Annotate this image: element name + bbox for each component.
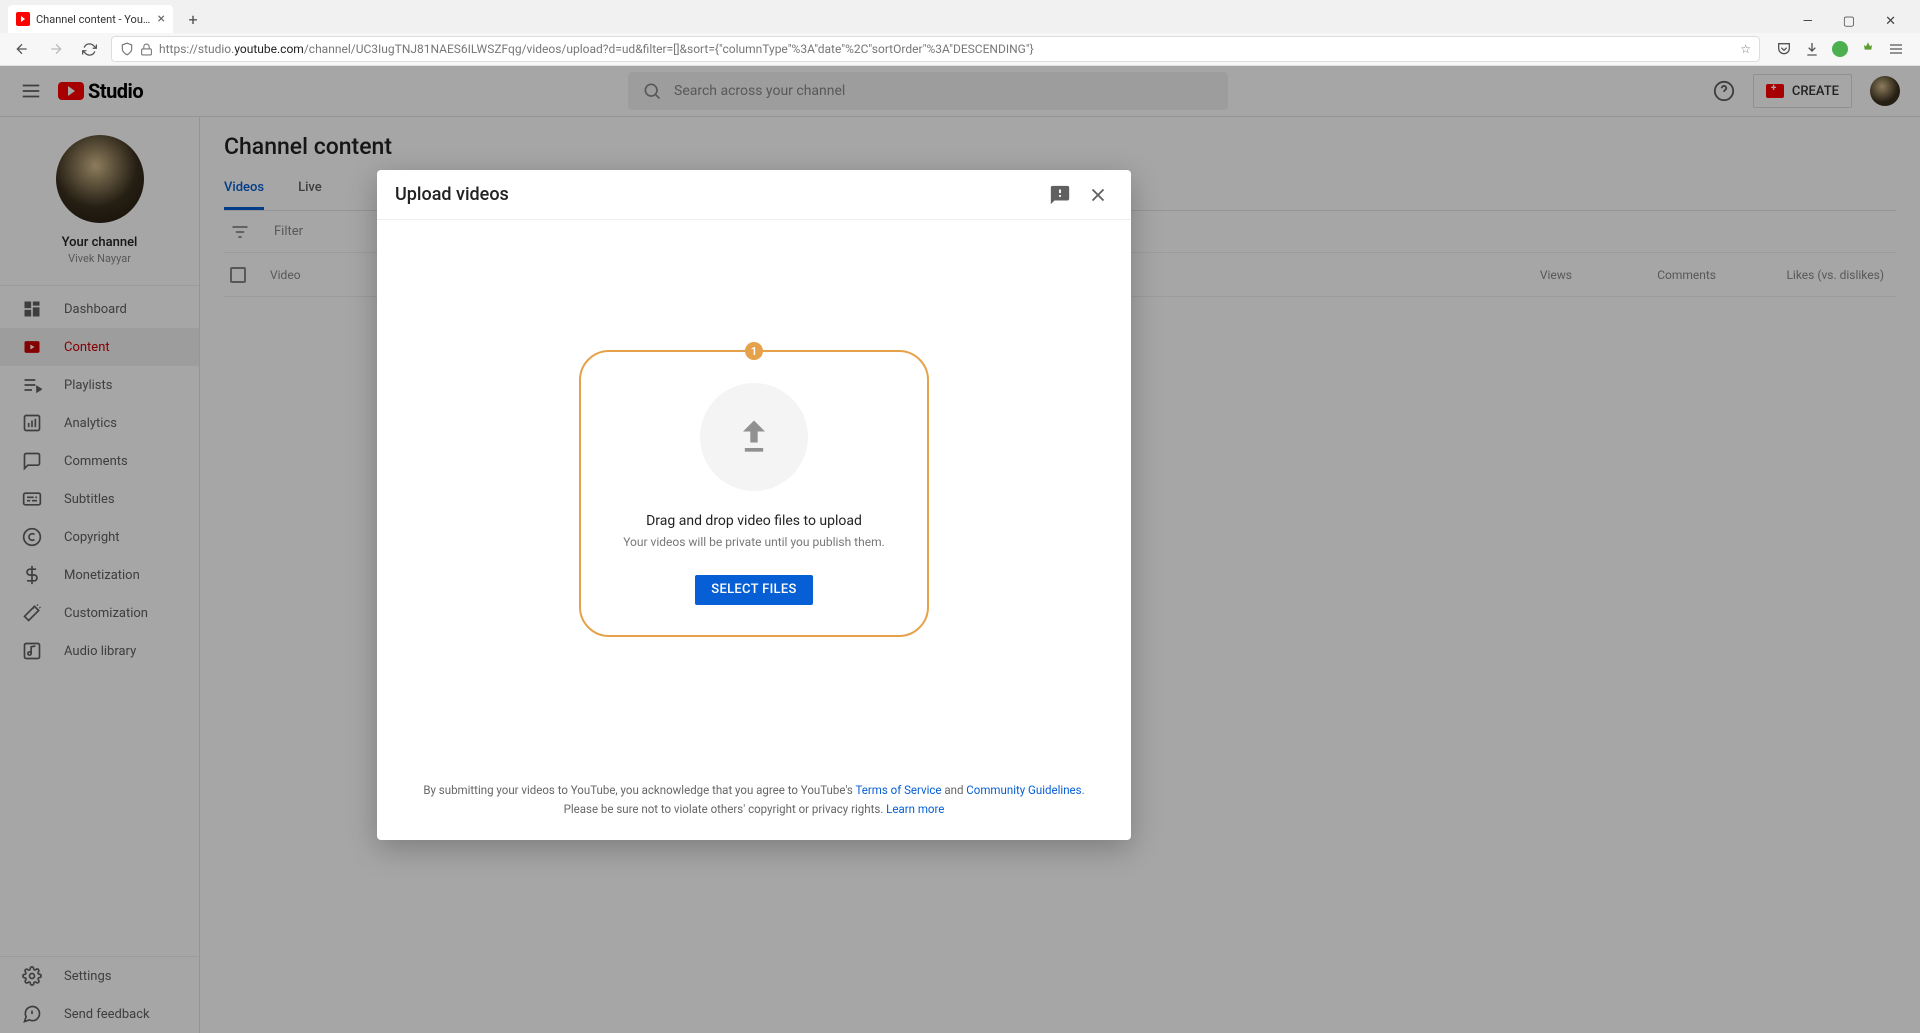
- drop-zone[interactable]: 1 Drag and drop video files to upload Yo…: [579, 350, 929, 637]
- maximize-button[interactable]: ▢: [1837, 10, 1861, 33]
- step-badge: 1: [745, 342, 763, 360]
- address-bar-row: https://studio.youtube.com/channel/UC3Iu…: [0, 33, 1920, 66]
- modal-header: Upload videos: [377, 170, 1131, 220]
- modal-title: Upload videos: [395, 184, 1037, 205]
- browser-tabs-bar: Channel content - YouTube Stu × + — ▢ ✕: [0, 0, 1920, 33]
- select-files-button[interactable]: SELECT FILES: [695, 575, 812, 605]
- upload-arrow-icon: [732, 415, 776, 459]
- extension-icon[interactable]: [1860, 41, 1876, 57]
- pocket-icon[interactable]: [1776, 41, 1792, 57]
- learn-more-link[interactable]: Learn more: [886, 802, 944, 816]
- send-feedback-icon[interactable]: [1045, 180, 1075, 210]
- tab-title: Channel content - YouTube Stu: [36, 13, 152, 26]
- extension-grammarly-icon[interactable]: [1832, 41, 1848, 57]
- drop-zone-subtitle: Your videos will be private until you pu…: [623, 535, 885, 549]
- window-controls: — ▢ ✕: [1797, 10, 1914, 33]
- forward-button[interactable]: [44, 37, 68, 61]
- modal-footer: By submitting your videos to YouTube, yo…: [377, 767, 1131, 840]
- upload-modal: Upload videos 1 Drag and drop video file…: [377, 170, 1131, 840]
- youtube-favicon-icon: [16, 12, 30, 26]
- reload-button[interactable]: [78, 38, 101, 61]
- drop-zone-title: Drag and drop video files to upload: [646, 513, 862, 529]
- bookmark-star-icon[interactable]: ☆: [1740, 42, 1751, 56]
- app-root: Studio Search across your channel CREATE…: [0, 66, 1920, 1033]
- terms-of-service-link[interactable]: Terms of Service: [856, 783, 942, 797]
- close-tab-icon[interactable]: ×: [158, 11, 165, 27]
- shield-icon: [120, 42, 134, 56]
- address-bar[interactable]: https://studio.youtube.com/channel/UC3Iu…: [111, 36, 1760, 62]
- toolbar-right-icons: [1770, 41, 1910, 57]
- community-guidelines-link[interactable]: Community Guidelines: [966, 783, 1081, 797]
- menu-icon[interactable]: [1888, 41, 1904, 57]
- minimize-button[interactable]: —: [1797, 10, 1819, 33]
- close-window-button[interactable]: ✕: [1879, 10, 1902, 33]
- new-tab-button[interactable]: +: [179, 5, 207, 33]
- modal-body: 1 Drag and drop video files to upload Yo…: [377, 220, 1131, 767]
- browser-tab[interactable]: Channel content - YouTube Stu ×: [8, 5, 173, 33]
- download-icon[interactable]: [1804, 41, 1820, 57]
- back-button[interactable]: [10, 37, 34, 61]
- close-modal-icon[interactable]: [1083, 180, 1113, 210]
- lock-icon: [140, 43, 153, 56]
- upload-circle: [700, 383, 808, 491]
- url-text: https://studio.youtube.com/channel/UC3Iu…: [159, 42, 1734, 56]
